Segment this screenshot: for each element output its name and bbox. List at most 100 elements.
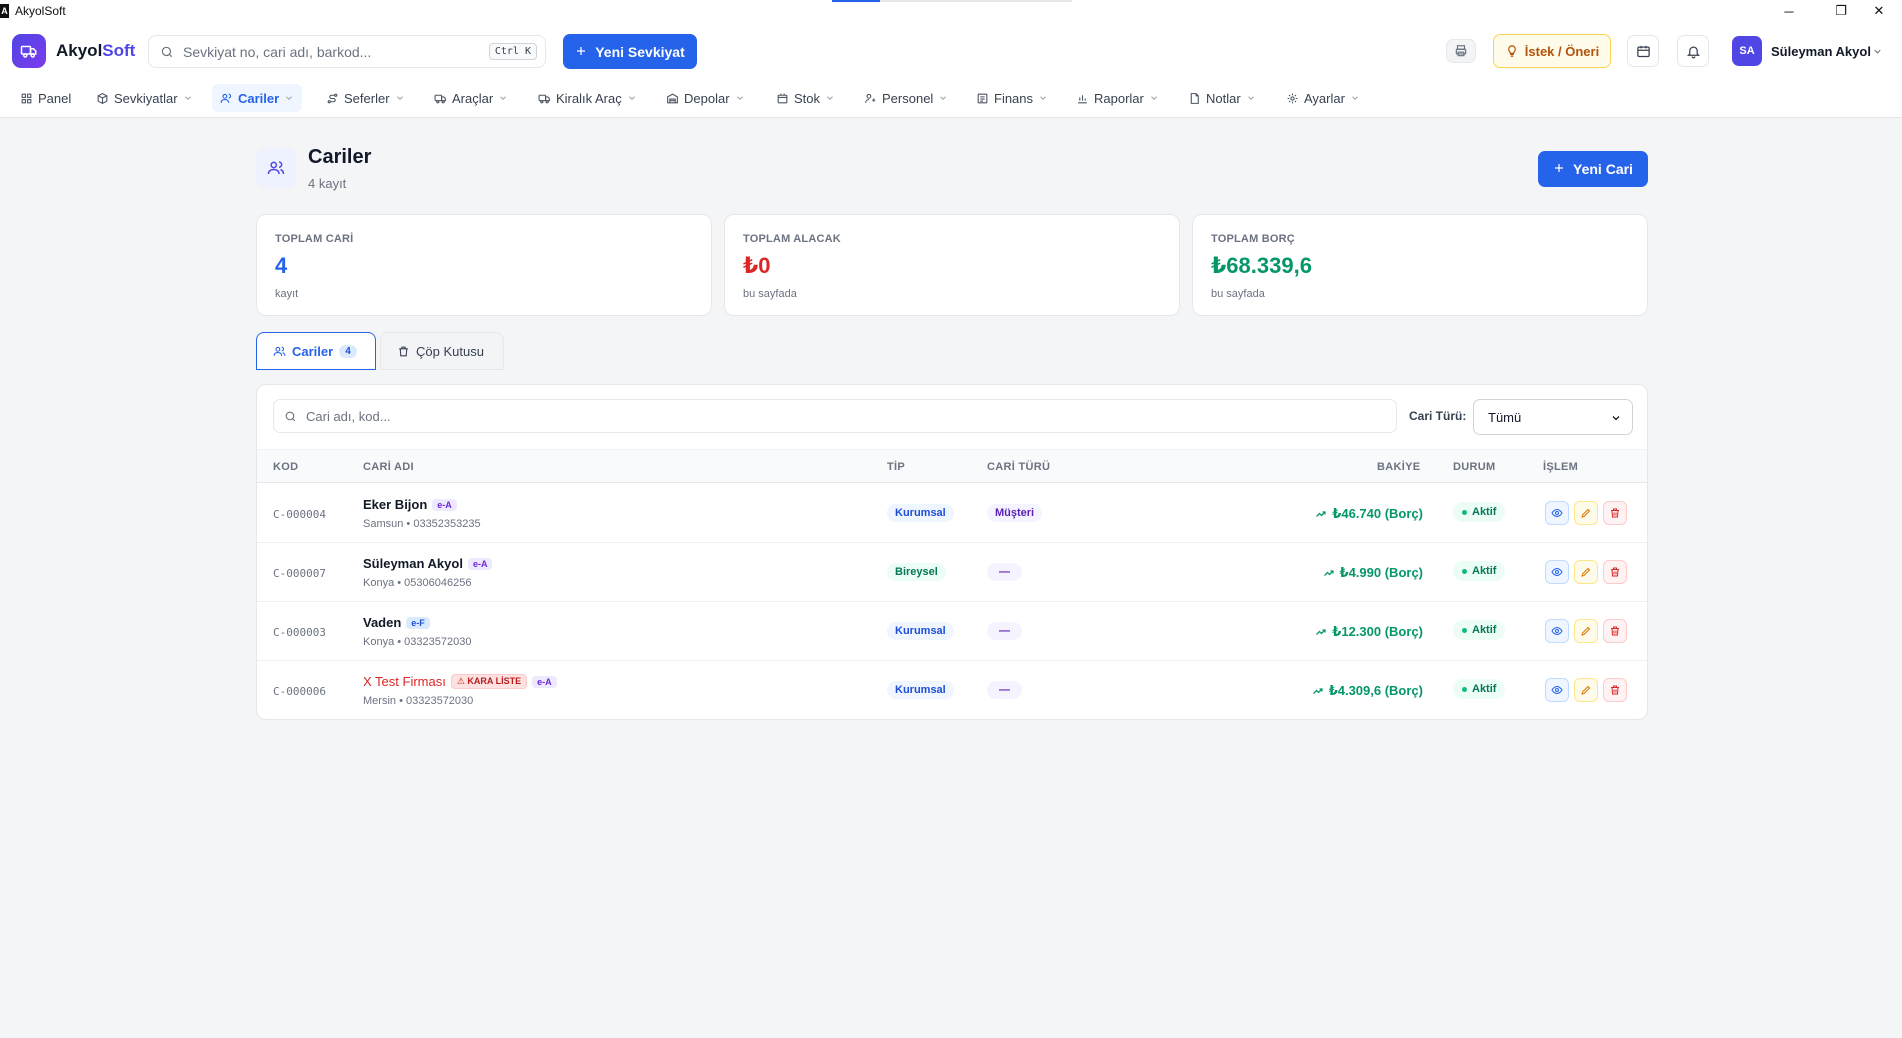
- col-status[interactable]: DURUM: [1453, 461, 1495, 473]
- cari-name[interactable]: Eker Bijon e-A: [363, 497, 457, 512]
- cari-table-card: Cari adı, kod... Cari Türü: Tümü KOD CAR…: [256, 384, 1648, 720]
- stat-value: ₺68.339,6: [1211, 253, 1312, 278]
- type-badge: Bireysel: [887, 563, 946, 581]
- cari-search-input[interactable]: Cari adı, kod...: [273, 399, 1397, 433]
- edit-button[interactable]: [1574, 560, 1598, 584]
- close-button[interactable]: ✕: [1856, 0, 1902, 22]
- col-code[interactable]: KOD: [273, 461, 298, 473]
- minimize-button[interactable]: ─: [1766, 0, 1812, 22]
- nav-item-label: Sevkiyatlar: [114, 90, 178, 106]
- nav-item-1[interactable]: Sevkiyatlar: [88, 84, 201, 112]
- nav-item-label: Raporlar: [1094, 90, 1144, 106]
- nav-item-0[interactable]: Panel: [12, 84, 79, 112]
- cari-type-badge: —: [987, 622, 1022, 640]
- delete-button[interactable]: [1603, 501, 1627, 525]
- nav-item-label: Finans: [994, 90, 1034, 106]
- view-button[interactable]: [1545, 501, 1569, 525]
- chevron-down-icon: [736, 96, 743, 100]
- nav-item-3[interactable]: Seferler: [318, 84, 413, 112]
- nav-item-12[interactable]: Ayarlar: [1278, 84, 1368, 112]
- bell-icon: [1686, 46, 1700, 58]
- printer-button[interactable]: [1446, 39, 1476, 63]
- user-avatar[interactable]: SA: [1732, 36, 1762, 66]
- global-search-input[interactable]: Sevkiyat no, cari adı, barkod... Ctrl K: [148, 35, 546, 68]
- brand-name[interactable]: AkyolSoft: [56, 41, 135, 61]
- users-icon: [273, 346, 286, 356]
- logo-truck-icon[interactable]: [12, 34, 46, 68]
- chevron-down-icon: [184, 96, 191, 100]
- nav-item-5[interactable]: Kiralık Araç: [530, 84, 645, 112]
- user-name[interactable]: Süleyman Akyol: [1771, 44, 1871, 59]
- chevron-down-icon: [940, 96, 947, 100]
- table-row[interactable]: C-000003 Vaden e-F Konya • 03323572030 Kurum…: [257, 602, 1647, 661]
- stat-value: 4: [275, 253, 288, 278]
- view-button[interactable]: [1545, 678, 1569, 702]
- edit-button[interactable]: [1574, 619, 1598, 643]
- col-actions: İŞLEM: [1543, 461, 1579, 473]
- status-badge: Aktif: [1453, 679, 1506, 699]
- type-badge: Kurumsal: [887, 681, 954, 699]
- nav-item-label: Notlar: [1206, 90, 1241, 106]
- table-row[interactable]: C-000006 X Test Firması ⚠ KARA LİSTE e-A Mer…: [257, 661, 1647, 719]
- table-row[interactable]: C-000007 Süleyman Akyol e-A Konya • 0530604…: [257, 543, 1647, 602]
- view-button[interactable]: [1545, 619, 1569, 643]
- trash-icon: [1611, 626, 1619, 636]
- delete-button[interactable]: [1603, 678, 1627, 702]
- edit-button[interactable]: [1574, 678, 1598, 702]
- search-placeholder: Sevkiyat no, cari adı, barkod...: [183, 43, 372, 60]
- table-row[interactable]: C-000004 Eker Bijon e-A Samsun • 0335235323…: [257, 484, 1647, 543]
- printer-icon: [1455, 45, 1467, 57]
- type-badge: Kurumsal: [887, 622, 954, 640]
- col-name[interactable]: CARİ ADI: [363, 461, 414, 473]
- calendar-icon: [1636, 45, 1650, 57]
- trash-icon: [399, 346, 408, 356]
- nav-item-7[interactable]: Stok: [768, 84, 843, 112]
- plus-icon: [575, 44, 587, 60]
- nav-item-label: Kiralık Araç: [556, 90, 622, 106]
- suggestion-button[interactable]: İstek / Öneri: [1493, 34, 1611, 68]
- nav-item-label: Depolar: [684, 90, 730, 106]
- einvoice-badge: e-A: [432, 498, 457, 511]
- nav-item-2[interactable]: Cariler: [212, 84, 303, 112]
- col-balance[interactable]: BAKİYE: [1377, 461, 1420, 473]
- notifications-button[interactable]: [1677, 35, 1709, 67]
- nav-item-8[interactable]: Personel: [856, 84, 956, 112]
- nav-item-9[interactable]: Finans: [968, 84, 1056, 112]
- calendar-button[interactable]: [1627, 35, 1659, 67]
- cari-name[interactable]: Süleyman Akyol e-A: [363, 556, 493, 571]
- trend-up-icon: [1316, 511, 1326, 517]
- nav-item-6[interactable]: Depolar: [658, 84, 753, 112]
- chevron-down-icon: [827, 96, 833, 100]
- nav-item-4[interactable]: Araçlar: [426, 84, 516, 112]
- edit-button[interactable]: [1574, 501, 1598, 525]
- nav-item-11[interactable]: Notlar: [1180, 84, 1264, 112]
- delete-button[interactable]: [1603, 619, 1627, 643]
- wallet-icon: [977, 93, 988, 103]
- view-button[interactable]: [1545, 560, 1569, 584]
- nav-item-10[interactable]: Raporlar: [1068, 84, 1167, 112]
- chevron-down-icon: [628, 96, 635, 100]
- new-shipment-button[interactable]: Yeni Sevkiyat: [563, 34, 697, 69]
- einvoice-badge: e-F: [406, 616, 430, 629]
- chevron-down-icon[interactable]: [1872, 44, 1883, 60]
- col-cari-type[interactable]: CARİ TÜRÜ: [987, 461, 1050, 473]
- cari-type-select[interactable]: Tümü: [1473, 399, 1633, 435]
- new-cari-button[interactable]: Yeni Cari: [1538, 151, 1648, 187]
- pencil-icon: [1581, 567, 1591, 577]
- chevron-down-icon: [396, 96, 403, 100]
- stat-total-cari: TOPLAM CARİ 4 kayıt: [256, 214, 712, 316]
- main-nav: Panel Sevkiyatlar Cariler Seferler Araçlar Ki…: [0, 80, 1902, 118]
- cari-type-badge: —: [987, 681, 1022, 699]
- eye-icon: [1551, 508, 1563, 518]
- cari-type-badge: Müşteri: [987, 504, 1043, 522]
- trend-up-icon: [1312, 688, 1323, 694]
- tab-cariler[interactable]: Cariler 4: [256, 332, 376, 370]
- cari-name[interactable]: Vaden e-F: [363, 615, 430, 630]
- tab-trash[interactable]: Çöp Kutusu: [380, 332, 504, 370]
- cari-location-phone: Konya • 03323572030: [363, 636, 472, 648]
- col-type[interactable]: TİP: [887, 461, 905, 473]
- nav-item-label: Panel: [38, 90, 72, 106]
- delete-button[interactable]: [1603, 560, 1627, 584]
- gear-icon: [1287, 93, 1298, 103]
- cari-name[interactable]: X Test Firması ⚠ KARA LİSTE e-A: [363, 674, 557, 689]
